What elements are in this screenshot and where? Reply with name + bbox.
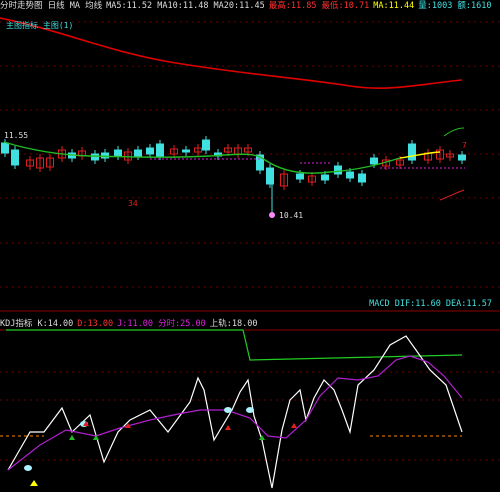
signal-arrow [291,423,297,428]
candle-body [321,174,329,181]
kdj-header-bar: KDJ指标 K:14.00 D:13.00 J:11.00 分时:25.00 上轨:1… [0,318,500,330]
main-annotations: 主图指标 主图(1) 11.55 10.41 34 7 [4,20,467,220]
high-price-label: 11.55 [4,131,28,140]
low-price-label: 10.41 [279,211,303,220]
signal-dot [224,407,232,413]
values-segment: MA5:11.52 MA10:11.48 MA20:11.45 [106,1,265,11]
d-line [7,355,463,471]
candle-body [202,139,210,151]
stock-chart-canvas[interactable]: 主图指标 主图(1) 11.55 10.41 34 7 [0,0,500,492]
candle-body [156,143,164,157]
candle-body [370,157,378,165]
signal-arrow [259,435,265,440]
ma-short-tail [399,151,441,159]
low-marker [269,212,275,218]
title-segment: 分时走势图 日线 MA 均线 [0,1,103,11]
lower-line: 上轨:18.00 [209,319,258,329]
candle-body [101,152,109,159]
high-segment: 最高:11.85 最低:10.71 [268,1,370,11]
signal-dot [246,407,254,413]
candle-body [11,149,19,166]
ma-short-line [3,127,465,201]
lower-d: D:13.00 [77,319,114,329]
right-arc-green [443,127,465,137]
candle-body [182,149,190,153]
indicator-header-bar: 分时走势图 日线 MA 均线 MA5:11.52 MA10:11.48 MA20:… [0,0,500,12]
lower-j: J:11.00 分时:25.00 [117,319,206,329]
signal-arrow [69,435,75,440]
macd-header-bar: MACD DIF:11.60 DEA:11.57 [0,298,500,310]
candle-body [458,154,466,161]
yellow-marker [30,480,38,486]
lower-indicator-panel [0,329,463,489]
lower-title: KDJ指标 K:14.00 [0,319,74,329]
candle-body [408,143,416,161]
k-line [7,335,463,489]
ma-segment: MA:11.44 [373,1,415,11]
macd-right-label: MACD DIF:11.60 DEA:11.57 [369,299,492,309]
candle-body [358,173,366,183]
candle-body [296,173,304,180]
candle-body [146,147,154,155]
tail-segment: 量:1003 额:1610 [418,1,492,11]
candle-body [134,149,142,157]
main-indicator-label: 主图指标 主图(1) [6,20,73,30]
upper-band-line [6,329,463,361]
signal-dot [24,465,32,471]
candle-body [266,167,274,185]
candle-body [334,165,342,175]
candle-body [1,142,9,154]
candle-body [346,171,354,179]
candle-body [114,149,122,157]
signal-arrow [225,425,231,430]
candle-body [91,153,99,161]
marker-value-label: 34 [128,199,138,208]
right-indicator-label: 7 [462,141,467,150]
candlesticks [1,136,466,212]
